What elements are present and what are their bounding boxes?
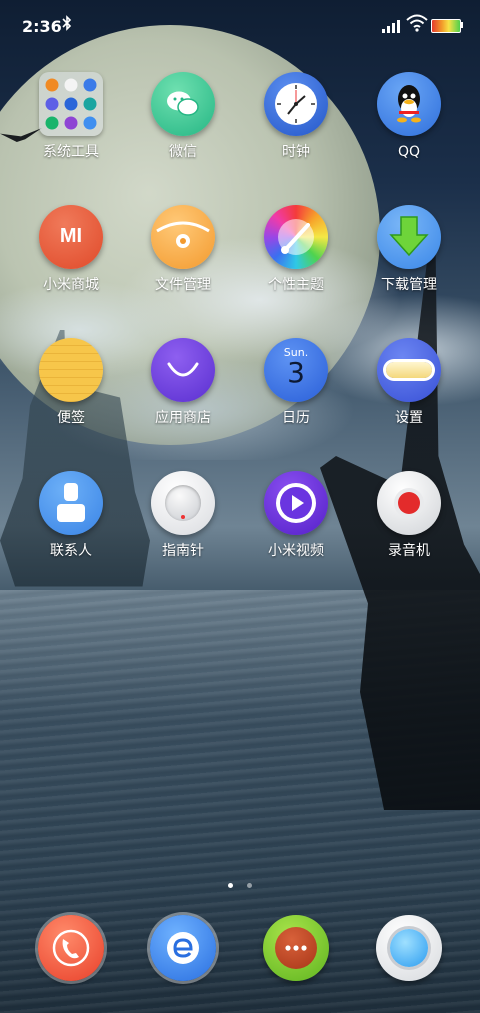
app-contacts[interactable]: 联系人: [16, 471, 126, 560]
camera-icon: [376, 915, 442, 981]
app-label: 下载管理: [381, 277, 437, 293]
app-system-tools[interactable]: 系统工具: [16, 72, 126, 161]
dock-camera[interactable]: [376, 915, 442, 981]
settings-icon: [377, 338, 441, 402]
dock-phone[interactable]: [38, 915, 104, 981]
app-calendar[interactable]: Sun. 3 日历: [241, 338, 351, 427]
app-wechat[interactable]: 微信: [128, 72, 238, 161]
app-label: 日历: [282, 410, 310, 426]
contacts-icon: [39, 471, 103, 535]
app-notes[interactable]: 便签: [16, 338, 126, 427]
wechat-icon: [151, 72, 215, 136]
app-label: 应用商店: [155, 410, 211, 426]
app-settings[interactable]: 设置: [354, 338, 464, 427]
dock-messages[interactable]: [263, 915, 329, 981]
wifi-icon: [406, 14, 428, 32]
file-manager-icon: [151, 205, 215, 269]
app-label: 录音机: [388, 543, 430, 559]
battery-icon: [431, 19, 461, 33]
app-recorder[interactable]: 录音机: [354, 471, 464, 560]
app-downloads[interactable]: 下载管理: [354, 205, 464, 294]
app-label: 指南针: [162, 543, 204, 559]
app-label: 小米视频: [268, 543, 324, 559]
app-file-manager[interactable]: 文件管理: [128, 205, 238, 294]
folder-icon: [39, 72, 103, 136]
clock-icon: [264, 72, 328, 136]
app-label: QQ: [397, 144, 421, 160]
app-themes[interactable]: 个性主题: [241, 205, 351, 294]
page-dot[interactable]: [246, 883, 252, 888]
themes-icon: [264, 205, 328, 269]
status-time: 2:36: [22, 17, 62, 36]
phone-icon: [38, 915, 104, 981]
app-mi-store[interactable]: MI 小米商城: [16, 205, 126, 294]
app-store-icon: [151, 338, 215, 402]
mi-store-icon: MI: [39, 205, 103, 269]
recorder-icon: [377, 471, 441, 535]
page-indicator: [0, 873, 480, 888]
status-bar: 2:36: [0, 0, 480, 52]
app-label: 系统工具: [43, 144, 99, 160]
app-app-store[interactable]: 应用商店: [128, 338, 238, 427]
calendar-date: 3: [287, 356, 305, 389]
notes-icon: [39, 338, 103, 402]
mi-logo: MI: [59, 225, 83, 247]
bluetooth-icon: [62, 15, 72, 35]
qq-icon: [377, 72, 441, 136]
app-clock[interactable]: 时钟: [241, 72, 351, 161]
app-label: 文件管理: [155, 277, 211, 293]
calendar-icon: Sun. 3: [264, 338, 328, 402]
app-label: 设置: [395, 410, 423, 426]
app-label: 便签: [57, 410, 85, 426]
browser-icon: [150, 915, 216, 981]
compass-icon: [151, 471, 215, 535]
app-label: 个性主题: [268, 277, 324, 293]
app-label: 小米商城: [43, 277, 99, 293]
app-label: 联系人: [50, 543, 92, 559]
messages-icon: [263, 915, 329, 981]
video-icon: [264, 471, 328, 535]
dock-browser[interactable]: [150, 915, 216, 981]
battery-tip: [461, 22, 463, 28]
signal-icon: [382, 19, 402, 33]
download-icon: [377, 205, 441, 269]
app-mi-video[interactable]: 小米视频: [241, 471, 351, 560]
app-compass[interactable]: 指南针: [128, 471, 238, 560]
app-label: 时钟: [282, 144, 310, 160]
app-label: 微信: [169, 144, 197, 160]
app-qq[interactable]: QQ: [354, 72, 464, 161]
